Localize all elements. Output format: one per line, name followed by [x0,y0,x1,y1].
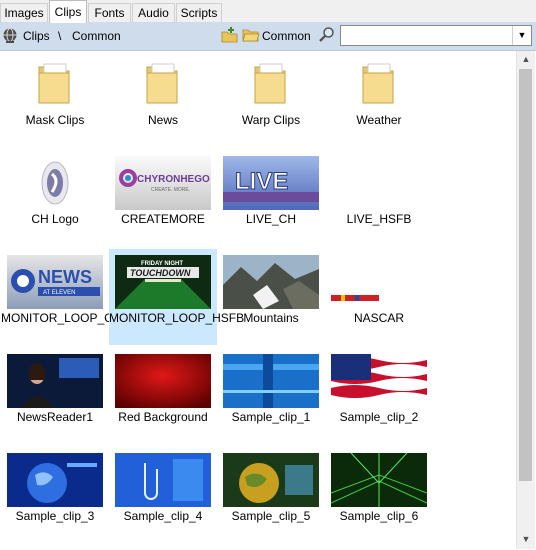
item-label: Sample_clip_5 [231,509,311,523]
folder-icon [254,63,286,104]
magnifier-icon[interactable] [318,26,336,48]
clip-item[interactable]: Mountains [217,249,325,345]
folder-thumbnail [217,51,325,111]
folder-icon [362,63,394,104]
clip-thumbnail: CHYRONHEGO CREATE. MORE. [115,156,211,210]
item-label: NASCAR [353,311,404,325]
folder-thumbnail [325,51,433,111]
svg-text:FRIDAY NIGHT: FRIDAY NIGHT [141,261,183,267]
clip-thumbnail [223,354,319,408]
item-label: Sample_clip_3 [15,509,95,523]
clip-item[interactable]: Sample_clip_3 [1,447,109,543]
item-label: News [147,113,178,127]
clip-thumbnail [331,255,427,309]
svg-text:NEWS: NEWS [38,267,92,287]
clip-thumbnail [115,453,211,507]
tab-scripts[interactable]: Scripts [176,3,222,22]
clip-thumbnail [223,255,319,309]
folder-item[interactable]: Mask Clips [1,51,109,147]
clip-item[interactable]: LIVE LIVE_CH [217,150,325,246]
clip-item[interactable]: Red Background [109,348,217,444]
current-folder-label[interactable]: Common [262,28,311,44]
item-label: LIVE_CH [245,212,297,226]
item-label: CREATEMORE [121,212,205,226]
folder-icon [38,63,70,104]
clip-item[interactable]: FRIDAY NIGHT TOUCHDOWN MONITOR_LOOP_HSFB [109,249,245,345]
clip-item[interactable]: NewsReader1 [1,348,109,444]
clip-thumbnail: NEWS AT ELEVEN [7,255,103,309]
item-label: Sample_clip_2 [339,410,419,424]
breadcrumb-common[interactable]: Common [72,28,121,44]
tab-images[interactable]: Images [0,3,48,22]
clip-thumbnail [7,453,103,507]
item-label: LIVE_HSFB [346,212,412,226]
folder-thumbnail [109,51,217,111]
svg-text:CREATE. MORE.: CREATE. MORE. [151,187,190,193]
item-label: Sample_clip_4 [123,509,203,523]
clip-grid: Mask Clips News Warp Clips Weather CH Logo CH… [1,51,516,549]
tab-audio[interactable]: Audio [132,3,175,22]
item-label: Red Background [118,410,208,424]
clip-item[interactable]: LIVE_HSFB [325,150,433,246]
item-label: MONITOR_LOOP_HSFB [109,311,245,325]
clip-item[interactable]: Sample_clip_1 [217,348,325,444]
clip-thumbnail [331,354,427,408]
item-label: CH Logo [31,212,79,226]
folder-item[interactable]: Weather [325,51,433,147]
item-label: Sample_clip_1 [231,410,311,424]
chevron-down-icon[interactable]: ▼ [512,26,531,45]
globe-icon[interactable] [2,27,18,48]
clip-thumbnail [331,156,427,210]
tab-fonts[interactable]: Fonts [88,3,131,22]
item-label: Mask Clips [25,113,85,127]
folder-item[interactable]: News [109,51,217,147]
clip-item[interactable]: Sample_clip_4 [109,447,217,543]
new-folder-icon[interactable] [221,26,239,48]
clip-item[interactable]: Sample_clip_2 [325,348,433,444]
breadcrumb-clips[interactable]: Clips [23,28,50,44]
svg-text:CHYRONHEGO: CHYRONHEGO [137,174,210,185]
item-label: Warp Clips [241,113,301,127]
scrollbar-thumb[interactable] [519,69,532,481]
clip-thumbnail [115,354,211,408]
tab-clips[interactable]: Clips [49,0,87,23]
folder-icon [146,63,178,104]
folder-item[interactable]: Warp Clips [217,51,325,147]
open-folder-icon[interactable] [242,26,260,48]
clip-thumbnail [7,156,103,210]
clip-thumbnail [331,453,427,507]
tab-bar: Images Clips Fonts Audio Scripts [0,0,536,23]
clip-thumbnail: LIVE [223,156,319,210]
item-label: NewsReader1 [16,410,94,424]
clip-thumbnail [7,354,103,408]
clip-item[interactable]: NASCAR [325,249,433,345]
breadcrumb-separator: \ [58,29,62,43]
search-combobox[interactable]: ▼ [340,25,532,46]
arrow-up-icon[interactable]: ▲ [517,51,535,68]
clip-item[interactable]: Sample_clip_5 [217,447,325,543]
search-input[interactable] [343,27,511,43]
svg-text:AT ELEVEN: AT ELEVEN [43,290,75,296]
clip-item[interactable]: CHYRONHEGO CREATE. MORE. CREATEMORE [109,150,217,246]
clip-thumbnail: FRIDAY NIGHT TOUCHDOWN [115,255,211,309]
svg-text:LIVE: LIVE [235,168,288,195]
item-label: Weather [356,113,402,127]
clip-item[interactable]: NEWS AT ELEVEN MONITOR_LOOP_C [1,249,113,345]
item-label: Sample_clip_6 [339,509,419,523]
clip-item[interactable]: Sample_clip_6 [325,447,433,543]
vertical-scrollbar[interactable]: ▲ ▼ [516,51,535,549]
arrow-down-icon[interactable]: ▼ [517,531,535,548]
svg-text:TOUCHDOWN: TOUCHDOWN [130,268,191,278]
clip-item[interactable]: CH Logo [1,150,109,246]
folder-thumbnail [1,51,109,111]
item-label: MONITOR_LOOP_C [1,311,113,325]
item-label: Mountains [243,311,299,325]
clip-thumbnail [223,453,319,507]
